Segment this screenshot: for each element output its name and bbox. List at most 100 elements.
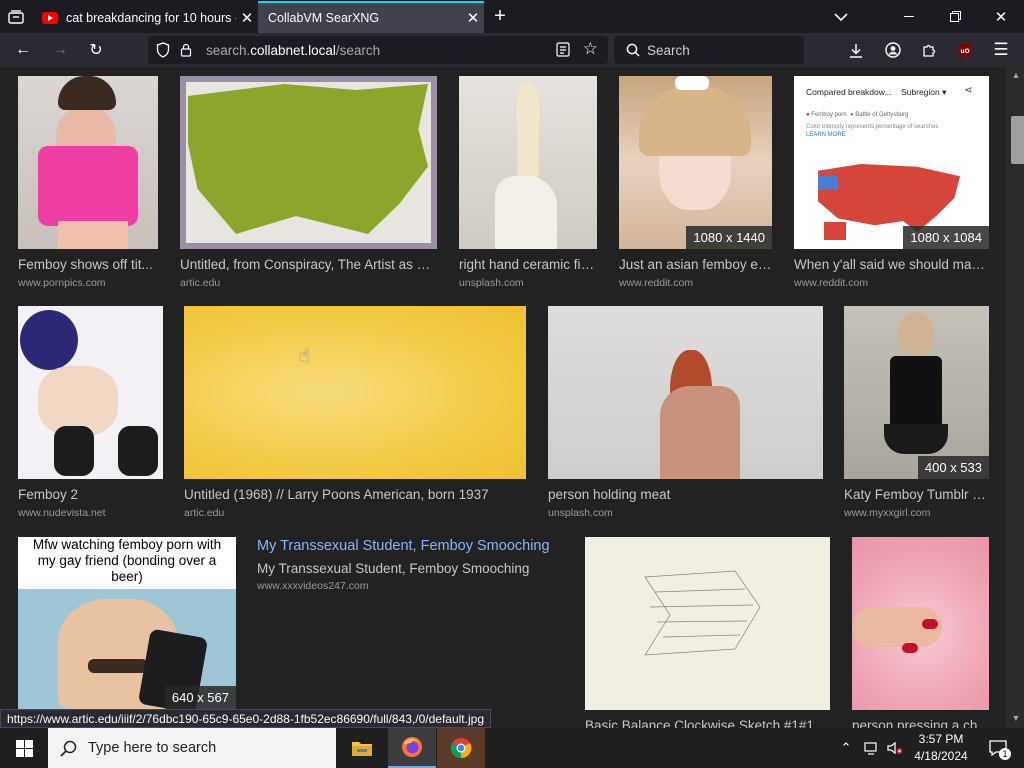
folder-icon	[352, 742, 372, 756]
list-all-tabs-button[interactable]	[828, 0, 854, 33]
volume-muted-icon[interactable]	[884, 728, 906, 768]
share-icon: ⋖	[964, 85, 973, 96]
scrollbar-thumb[interactable]	[1011, 116, 1024, 164]
youtube-icon	[42, 11, 58, 24]
start-button[interactable]	[0, 728, 48, 768]
scroll-down-icon[interactable]: ▼	[1010, 713, 1022, 723]
taskbar-clock[interactable]: 3:57 PM 4/18/2024	[908, 731, 974, 765]
result-thumbnail[interactable]	[18, 76, 158, 249]
image-result[interactable]: Mfw watching femboy porn with my gay fri…	[18, 537, 236, 709]
result-thumbnail[interactable]	[585, 537, 830, 710]
result-title[interactable]: Untitled (1968) // Larry Poons American,…	[184, 487, 526, 502]
image-result[interactable]: Untitled (1968) // Larry Poons American,…	[184, 306, 526, 519]
tab-title: CollabVM SearXNG	[268, 11, 380, 25]
extensions-button[interactable]	[914, 33, 944, 67]
image-result[interactable]: 1080 x 1440 Just an asian femboy ex... w…	[619, 76, 772, 289]
result-source: unsplash.com	[548, 507, 613, 519]
firefox-icon	[402, 737, 422, 757]
lock-icon	[180, 43, 192, 57]
result-link[interactable]: My Transsexual Student, Femboy Smooching	[257, 538, 557, 554]
result-thumbnail[interactable]	[459, 76, 597, 249]
reader-view-icon[interactable]	[556, 42, 570, 60]
close-window-button[interactable]: ✕	[978, 0, 1024, 33]
image-result[interactable]: Femboy 2 www.nudevista.net	[18, 306, 163, 519]
search-bar[interactable]: Search	[614, 36, 804, 64]
ublock-origin-icon: uO	[958, 42, 972, 58]
new-tab-button[interactable]: +	[488, 0, 512, 33]
result-thumbnail[interactable]: 1080 x 1440	[619, 76, 772, 249]
image-result[interactable]: Femboy shows off tit... www.pornpics.com	[18, 76, 158, 289]
result-thumbnail[interactable]	[548, 306, 823, 479]
minimize-button[interactable]	[886, 0, 932, 33]
url-bar[interactable]: search.collabnet.local/search ☆	[148, 36, 608, 64]
app-menu-button[interactable]: ☰	[986, 33, 1016, 67]
back-button[interactable]: ←	[8, 33, 38, 67]
result-title[interactable]: Katy Femboy Tumblr C...	[844, 487, 989, 502]
result-title[interactable]: Basic Balance Clockwise Sketch #1#1 (...	[585, 718, 830, 728]
forward-button[interactable]: →	[45, 33, 75, 67]
image-result[interactable]: Untitled, from Conspiracy, The Artist as…	[180, 76, 437, 289]
result-thumbnail[interactable]	[180, 76, 437, 249]
link-status-url: https://www.artic.edu/iiif/2/76dbc190-65…	[0, 709, 491, 728]
search-icon	[626, 43, 640, 57]
result-title[interactable]: When y'all said we should marc...	[794, 257, 989, 272]
url-subdomain: search.	[206, 42, 251, 58]
result-title[interactable]: person pressing a ch...	[852, 718, 989, 728]
result-thumbnail[interactable]: Compared breakdow... Subregion ▾ ⋖ ● Fem…	[794, 76, 989, 249]
search-results-page: Femboy shows off tit... www.pornpics.com…	[0, 67, 1024, 728]
hamburger-menu-icon: ☰	[993, 40, 1009, 59]
reload-button[interactable]: ↻	[81, 33, 111, 67]
taskbar-search-placeholder: Type here to search	[88, 740, 217, 756]
page-scrollbar[interactable]: ▲ ▼	[1006, 67, 1024, 728]
clock-time: 3:57 PM	[918, 732, 964, 746]
image-result[interactable]: person holding meat unsplash.com	[548, 306, 823, 519]
result-thumbnail[interactable]	[18, 306, 163, 479]
notification-center-button[interactable]: 1	[980, 728, 1016, 768]
image-result[interactable]: Basic Balance Clockwise Sketch #1#1 (...	[585, 537, 830, 728]
text-result[interactable]: My Transsexual Student, Femboy Smooching…	[257, 537, 557, 592]
tab-list-button[interactable]	[4, 0, 28, 33]
result-title[interactable]: Femboy 2	[18, 487, 163, 502]
windows-taskbar: Type here to search ⌃ 3:57 PM 4/18/2024 …	[0, 728, 1024, 768]
tab-close-icon[interactable]: ✕	[462, 9, 484, 27]
result-title[interactable]: Femboy shows off tit...	[18, 257, 158, 272]
result-source: unsplash.com	[459, 277, 524, 289]
network-icon[interactable]	[860, 728, 882, 768]
image-result[interactable]: Compared breakdow... Subregion ▾ ⋖ ● Fem…	[794, 76, 989, 289]
result-title[interactable]: Untitled, from Conspiracy, The Artist as…	[180, 257, 437, 272]
map-card-dropdown: Subregion ▾	[901, 87, 947, 97]
downloads-button[interactable]	[841, 33, 871, 67]
result-source: www.reddit.com	[794, 277, 869, 289]
map-card-dropdown-label: Subregion	[901, 87, 940, 97]
show-hidden-icons-button[interactable]: ⌃	[836, 728, 856, 768]
restore-button[interactable]	[932, 0, 978, 33]
result-title[interactable]: Just an asian femboy ex...	[619, 257, 772, 272]
tab-youtube[interactable]: cat breakdancing for 10 hours - YouTube …	[32, 2, 258, 33]
tab-close-icon[interactable]: ✕	[236, 9, 258, 27]
chevron-up-icon: ⌃	[840, 740, 852, 755]
result-title[interactable]: person holding meat	[548, 487, 823, 502]
map-card-heading: Compared breakdow...	[806, 87, 892, 97]
taskbar-chrome[interactable]	[437, 728, 485, 768]
tab-strip: cat breakdancing for 10 hours - YouTube …	[0, 0, 1024, 33]
account-button[interactable]	[878, 33, 908, 67]
result-thumbnail[interactable]	[852, 537, 989, 710]
image-result[interactable]: person pressing a ch...	[852, 537, 989, 728]
result-thumbnail[interactable]: Mfw watching femboy porn with my gay fri…	[18, 537, 236, 709]
result-thumbnail[interactable]	[184, 306, 526, 479]
result-thumbnail[interactable]: 400 x 533	[844, 306, 989, 479]
image-result[interactable]: 400 x 533 Katy Femboy Tumblr C... www.my…	[844, 306, 989, 519]
image-result[interactable]: right hand ceramic fig... unsplash.com	[459, 76, 597, 289]
result-snippet: My Transsexual Student, Femboy Smooching	[257, 561, 530, 576]
scroll-up-icon[interactable]: ▲	[1010, 70, 1022, 80]
tab-searxng[interactable]: CollabVM SearXNG ✕	[258, 1, 484, 33]
taskbar-search-box[interactable]: Type here to search	[48, 728, 336, 768]
taskbar-file-explorer[interactable]	[338, 728, 386, 768]
result-source: www.nudevista.net	[18, 507, 106, 519]
bookmark-star-icon[interactable]: ☆	[583, 39, 598, 59]
result-title[interactable]: right hand ceramic fig...	[459, 257, 597, 272]
taskbar-firefox[interactable]	[388, 728, 436, 768]
close-icon: ✕	[994, 8, 1008, 26]
search-placeholder: Search	[647, 42, 690, 58]
ublock-button[interactable]: uO	[950, 33, 980, 67]
